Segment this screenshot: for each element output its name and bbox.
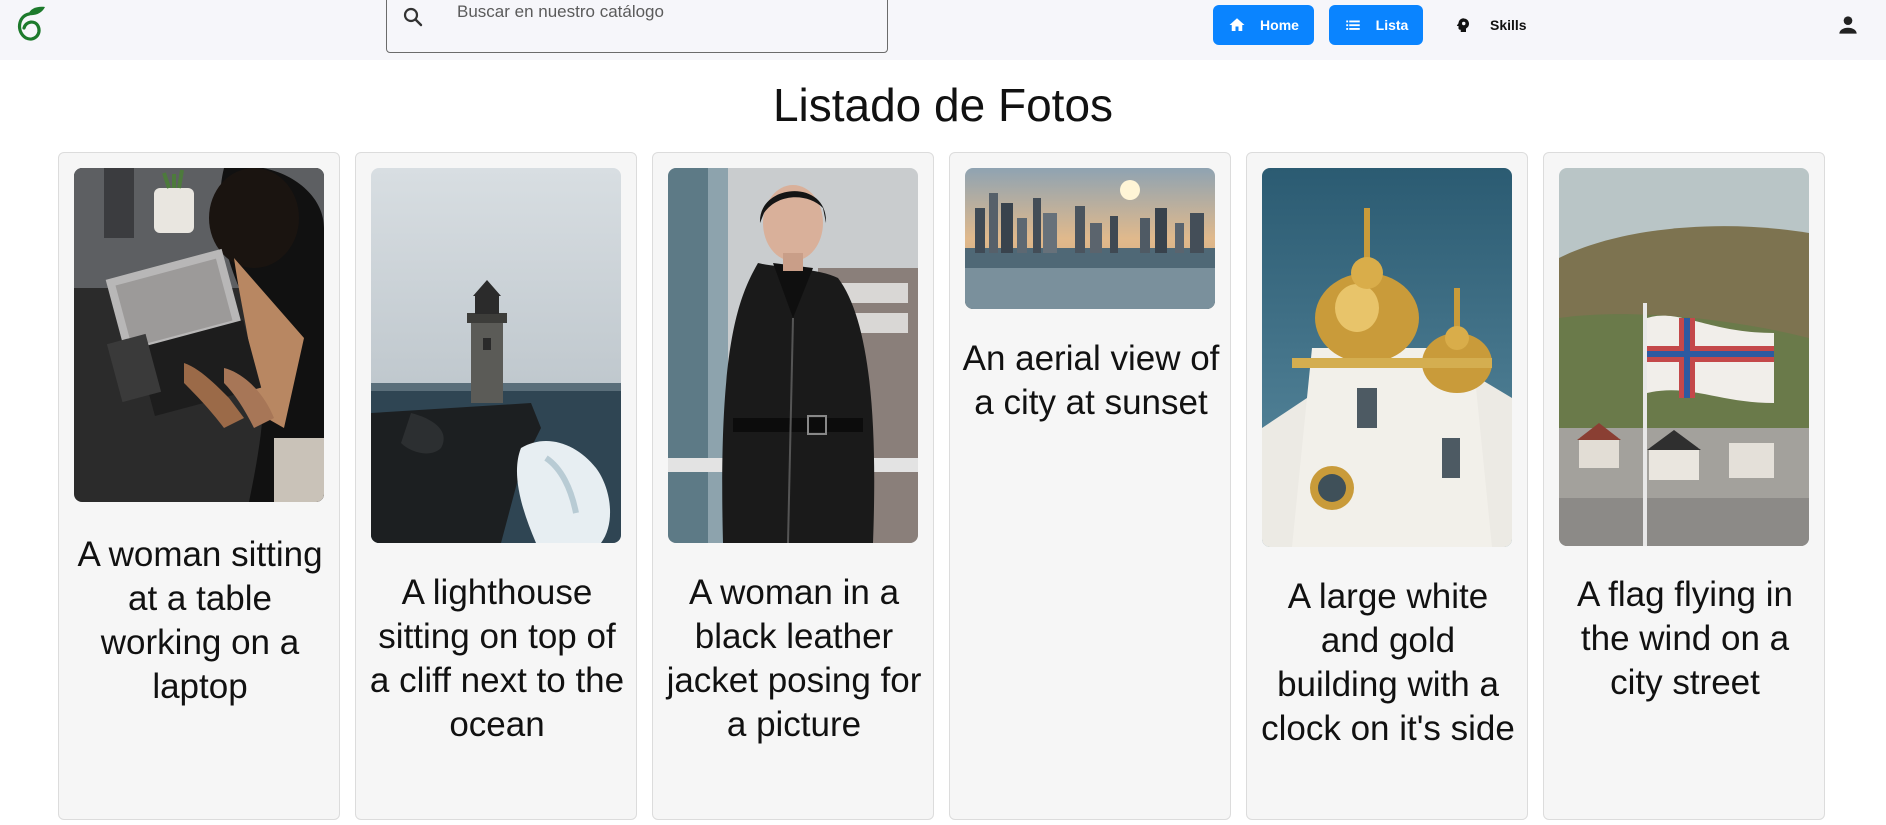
home-button-label: Home bbox=[1260, 17, 1299, 33]
photo-caption: A woman in a black leather jacket posing… bbox=[666, 573, 922, 744]
photo-card[interactable]: An aerial view of a city at sunset bbox=[949, 152, 1231, 820]
photo-flag-street bbox=[1559, 168, 1809, 546]
top-navbar: Home Lista Skills bbox=[0, 0, 1886, 60]
search-icon bbox=[401, 5, 425, 29]
photo-lighthouse bbox=[371, 168, 621, 543]
photo-aerial-city-sunset bbox=[965, 168, 1215, 309]
search-box bbox=[386, 0, 888, 53]
lista-button-label: Lista bbox=[1375, 17, 1409, 33]
home-icon bbox=[1229, 18, 1245, 31]
photo-card[interactable]: A woman sitting at a table working on a … bbox=[58, 152, 340, 820]
photo-card[interactable]: A large white and gold building with a c… bbox=[1246, 152, 1528, 820]
lista-button[interactable]: Lista bbox=[1329, 5, 1423, 45]
photo-caption: A woman sitting at a table working on a … bbox=[77, 535, 323, 706]
photo-card[interactable]: A woman in a black leather jacket posing… bbox=[652, 152, 934, 820]
skills-button-label: Skills bbox=[1490, 17, 1527, 33]
psychology-icon bbox=[1456, 18, 1469, 33]
search-input[interactable] bbox=[457, 0, 857, 27]
leaf-logo-icon[interactable] bbox=[12, 4, 48, 44]
photo-caption: A flag flying in the wind on a city stre… bbox=[1577, 575, 1793, 702]
photo-woman-laptop bbox=[74, 168, 324, 502]
list-icon bbox=[1345, 20, 1360, 30]
person-icon[interactable] bbox=[1835, 12, 1861, 38]
photo-woman-leather-jacket bbox=[668, 168, 918, 543]
photo-caption: An aerial view of a city at sunset bbox=[962, 339, 1220, 422]
skills-button[interactable]: Skills bbox=[1446, 5, 1536, 45]
photo-caption: A large white and gold building with a c… bbox=[1261, 577, 1515, 748]
photo-white-gold-building bbox=[1262, 168, 1512, 547]
home-button[interactable]: Home bbox=[1213, 5, 1314, 45]
page-title: Listado de Fotos bbox=[772, 79, 1114, 131]
photo-card[interactable]: A lighthouse sitting on top of a cliff n… bbox=[355, 152, 637, 820]
photo-caption: A lighthouse sitting on top of a cliff n… bbox=[369, 573, 625, 744]
photo-card[interactable]: A flag flying in the wind on a city stre… bbox=[1543, 152, 1825, 820]
